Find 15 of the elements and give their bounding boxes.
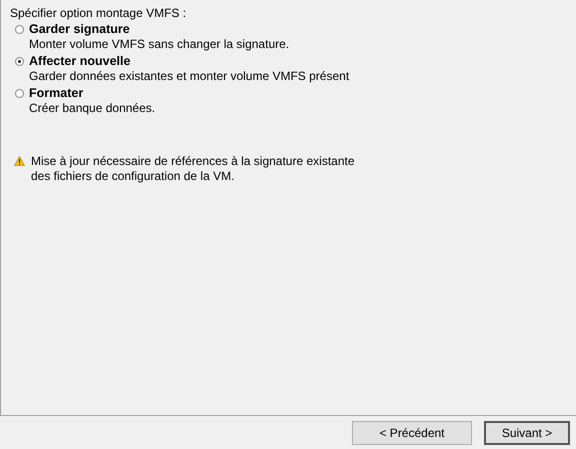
option-description: Créer banque données.: [29, 101, 156, 116]
option-label[interactable]: Formater: [29, 86, 84, 100]
radio-button[interactable]: [15, 88, 24, 98]
radio-button[interactable]: [15, 56, 24, 66]
wizard-button[interactable]: Suivant >: [484, 420, 570, 444]
radio-button[interactable]: [15, 24, 24, 34]
option-description: Monter volume VMFS sans changer la signature.: [29, 37, 290, 52]
option-description: Garder données existantes et monter volume VMFS présent: [29, 69, 350, 84]
warning-icon: [14, 156, 25, 166]
warning-text: des fichiers de configuration de la VM.: [31, 169, 236, 184]
prompt-label: Spécifier option montage VMFS :: [10, 6, 188, 20]
option-label[interactable]: Garder signature: [29, 22, 130, 36]
wizard-button[interactable]: < Précédent: [352, 420, 472, 444]
warning-text: Mise à jour nécessaire de références à la signature existante: [31, 154, 355, 169]
option-label[interactable]: Affecter nouvelle: [29, 54, 130, 68]
